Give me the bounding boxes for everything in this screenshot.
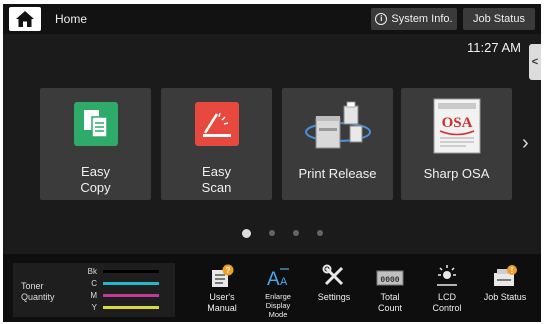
home-button[interactable]	[9, 7, 41, 31]
enlarge-text-icon: A A	[252, 264, 304, 288]
device-screen: Home i System Info. Job Status 11:27 AM …	[3, 4, 541, 322]
total-count-button[interactable]: 0000 Total Count	[364, 264, 416, 314]
bottom-item-label: Total	[380, 292, 400, 302]
bottom-item-label: Display	[265, 301, 291, 310]
tile-label-line1: Easy	[81, 164, 110, 179]
toner-bar-yellow	[103, 306, 159, 309]
manual-icon: ?	[196, 264, 248, 288]
tile-print-release[interactable]: Print Release	[282, 88, 393, 200]
toner-key: M	[90, 291, 97, 300]
bottom-item-label: Control	[432, 303, 462, 313]
tile-easy-copy[interactable]: Easy Copy	[40, 88, 151, 200]
toner-bar-cyan	[103, 282, 159, 285]
users-manual-button[interactable]: ? User's Manual	[196, 264, 248, 314]
printer-icon	[304, 98, 372, 157]
toner-row-c: C	[87, 278, 159, 289]
svg-text:OSA: OSA	[441, 115, 472, 131]
tile-easy-scan[interactable]: Easy Scan	[161, 88, 272, 200]
counter-icon: 0000	[364, 264, 416, 288]
bottom-item-label: Manual	[207, 303, 237, 313]
page-title: Home	[55, 12, 88, 26]
tile-label-line2: Scan	[201, 180, 232, 195]
toner-bar-magenta	[103, 294, 159, 297]
svg-text:?: ?	[226, 266, 231, 275]
bottom-item-label: LCD	[437, 292, 456, 302]
bottom-item-label: Count	[377, 303, 403, 313]
job-status-icon: !	[479, 264, 531, 288]
side-panel-tab[interactable]: <	[529, 44, 541, 80]
clock: 11:27 AM	[467, 40, 521, 55]
page-dot[interactable]	[292, 230, 299, 236]
tile-label: Sharp OSA	[423, 166, 490, 181]
system-info-label: System Info.	[391, 13, 453, 25]
bottom-item-label: Job Status	[483, 292, 527, 302]
settings-icon	[308, 264, 360, 288]
job-status-label: Job Status	[473, 13, 525, 25]
page-dot-active[interactable]	[241, 229, 251, 238]
brightness-icon	[421, 264, 473, 288]
svg-text:!: !	[511, 266, 514, 275]
top-bar: Home i System Info. Job Status	[3, 4, 541, 34]
chevron-left-icon: <	[531, 56, 539, 68]
scan-icon	[194, 102, 239, 151]
bottom-bar: Toner Quantity Bk C M Y ? User's Manual …	[3, 254, 541, 322]
home-icon	[16, 11, 34, 27]
toner-row-y: Y	[87, 302, 159, 313]
enlarge-display-mode-button[interactable]: A A Enlarge Display Mode	[252, 264, 304, 319]
bottom-item-label: User's	[209, 292, 235, 302]
job-status-button[interactable]: Job Status	[463, 8, 535, 30]
toner-title-line1: Toner	[21, 281, 44, 291]
bottom-item-label: Settings	[317, 292, 351, 302]
page-dot[interactable]	[316, 230, 323, 236]
tile-label: Print Release	[298, 166, 377, 181]
page-indicator	[3, 229, 541, 238]
toner-title-line2: Quantity	[21, 292, 55, 302]
system-info-button[interactable]: i System Info.	[371, 8, 457, 30]
svg-text:A: A	[267, 269, 280, 288]
info-icon: i	[375, 13, 388, 25]
toner-quantity-panel[interactable]: Toner Quantity Bk C M Y	[13, 263, 175, 317]
page-dot[interactable]	[268, 230, 275, 236]
toner-key: C	[91, 279, 97, 288]
svg-text:A: A	[280, 276, 288, 288]
toner-key: Bk	[87, 267, 97, 276]
bottom-item-label: Enlarge	[265, 292, 291, 301]
toner-key: Y	[91, 303, 97, 312]
next-page-arrow[interactable]: ›	[522, 132, 529, 155]
toner-title: Toner Quantity	[21, 281, 55, 303]
bottom-job-status-button[interactable]: ! Job Status	[479, 264, 531, 303]
lcd-control-button[interactable]: LCD Control	[421, 264, 473, 314]
toner-bar-black	[103, 270, 159, 273]
tile-sharp-osa[interactable]: OSA Sharp OSA	[401, 88, 512, 200]
copy-icon	[73, 102, 118, 151]
bottom-item-label: Mode	[268, 310, 288, 319]
toner-row-m: M	[87, 290, 159, 301]
osa-document-icon: OSA	[432, 98, 482, 159]
settings-button[interactable]: Settings	[308, 264, 360, 303]
tile-label-line2: Copy	[80, 180, 111, 195]
toner-row-bk: Bk	[87, 266, 159, 277]
tile-label-line1: Easy	[202, 164, 231, 179]
counter-digits: 0000	[380, 276, 399, 285]
